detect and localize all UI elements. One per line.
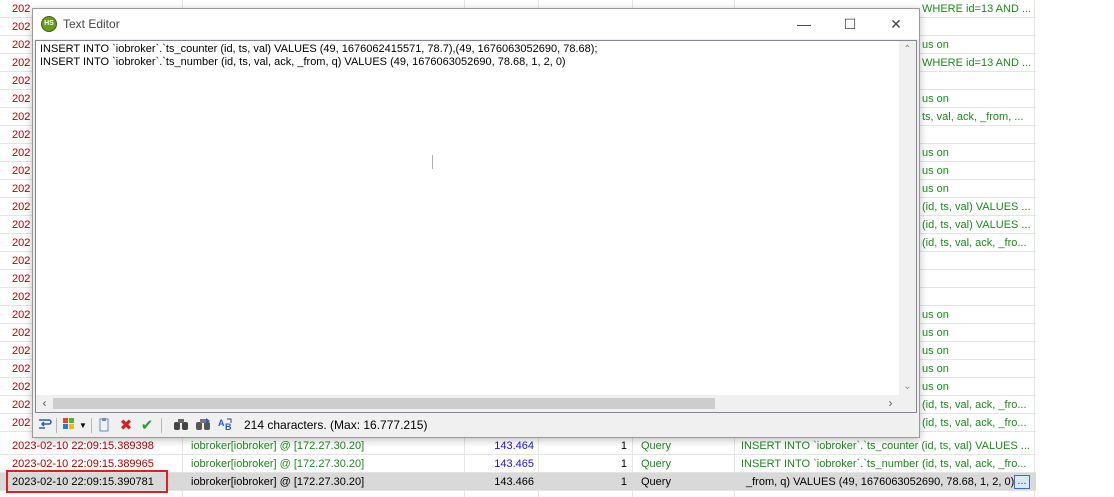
info-cell: us on [922, 183, 949, 195]
edit-cell-button[interactable]: ... [1014, 475, 1030, 489]
info-cell: us on [922, 381, 949, 393]
info-cell: us on [922, 327, 949, 339]
duration-cell: 143.466 [494, 476, 534, 488]
horizontal-scrollbar[interactable]: ‹ › [36, 395, 899, 412]
vertical-scrollbar[interactable]: ⌃ ⌄ [899, 41, 916, 395]
info-cell: (id, ts, val) VALUES ... [922, 201, 1031, 213]
command-cell: Query [641, 476, 671, 488]
info-cell [916, 270, 1034, 288]
windows-flag-icon[interactable] [60, 417, 78, 434]
info-cell: (id, ts, val, ack, _fro... [922, 237, 1027, 249]
count-cell: 1 [620, 476, 627, 488]
heidisql-app-icon: HS [41, 16, 57, 32]
count-cell: 1 [620, 440, 627, 452]
svg-text:B: B [225, 422, 232, 431]
maximize-button[interactable]: ☐ [827, 9, 873, 39]
scroll-right-icon[interactable]: › [882, 395, 899, 412]
wrap-icon[interactable] [36, 417, 54, 434]
count-cell: 1 [620, 458, 627, 470]
scroll-down-icon[interactable]: ⌄ [899, 378, 916, 395]
horizontal-scroll-thumb[interactable] [53, 398, 715, 409]
info-cell: WHERE id=13 AND ... [922, 3, 1032, 15]
toolbar-separator [56, 418, 57, 433]
info-cell [916, 252, 1034, 270]
info-cell: INSERT INTO `iobroker`.`ts_counter (id, … [741, 440, 1030, 452]
svg-text:A: A [218, 418, 225, 428]
focused-cell-highlight [6, 470, 168, 493]
minimize-button[interactable]: — [781, 9, 827, 39]
info-cell: INSERT INTO `iobroker`.`ts_number (id, t… [741, 458, 1027, 470]
character-count-label: 214 characters. (Max: 16.777.215) [244, 418, 428, 432]
window-title: Text Editor [63, 17, 120, 31]
info-cell [916, 126, 1034, 144]
editor-content[interactable]: INSERT INTO `iobroker`.`ts_counter (id, … [40, 43, 896, 69]
text-edit-area[interactable]: INSERT INTO `iobroker`.`ts_counter (id, … [35, 40, 917, 413]
toolbar-separator [91, 418, 92, 433]
user-cell: iobroker[iobroker] @ [172.27.30.20] [191, 476, 365, 488]
command-cell: Query [641, 440, 671, 452]
info-cell: us on [922, 39, 949, 51]
duration-cell: 143.465 [494, 458, 534, 470]
command-cell: Query [641, 458, 671, 470]
clipboard-icon[interactable] [95, 417, 113, 434]
info-cell: ts, val, ack, _from, ... [922, 111, 1024, 123]
toolbar-separator [161, 418, 162, 433]
timestamp-cell: 2023-02-10 22:09:15.389398 [12, 440, 154, 452]
info-cell: us on [922, 309, 949, 321]
info-cell[interactable]: _from, q) VALUES (49, 1676063052690, 78.… [736, 473, 1014, 491]
info-cell: (id, ts, val, ack, _fro... [922, 417, 1027, 429]
info-cell: us on [922, 345, 949, 357]
duration-cell: 143.464 [494, 440, 534, 452]
editor-toolbar: ▼ ✖ ✔ AB 214 characters. (Max: 16.777.21… [33, 414, 919, 437]
cancel-icon[interactable]: ✖ [117, 417, 135, 434]
dropdown-arrow-icon[interactable]: ▼ [78, 417, 88, 434]
text-editor-window: HS Text Editor — ☐ ✕ INSERT INTO `iobrok… [32, 8, 920, 438]
text-cursor-icon [432, 155, 433, 169]
table-row[interactable]: 2023-02-10 22:09:15.389398 iobroker[iobr… [0, 437, 1036, 455]
info-cell [916, 288, 1034, 306]
scroll-up-icon[interactable]: ⌃ [899, 41, 916, 58]
info-cell: us on [922, 93, 949, 105]
title-bar[interactable]: HS Text Editor — ☐ ✕ [33, 9, 919, 39]
binoculars-find-next-icon[interactable] [194, 417, 212, 434]
info-cell [916, 18, 1034, 36]
user-cell: iobroker[iobroker] @ [172.27.30.20] [191, 458, 365, 470]
info-cell: (id, ts, val) VALUES ... [922, 219, 1031, 231]
editor-line: INSERT INTO `iobroker`.`ts_number (id, t… [40, 56, 566, 68]
info-cell: us on [922, 165, 949, 177]
binoculars-find-icon[interactable] [172, 417, 190, 434]
info-cell [916, 72, 1034, 90]
apply-icon[interactable]: ✔ [138, 417, 156, 434]
info-cell: us on [922, 147, 949, 159]
user-cell: iobroker[iobroker] @ [172.27.30.20] [191, 440, 365, 452]
info-cell: (id, ts, val, ack, _fro... [922, 399, 1027, 411]
info-cell: us on [922, 363, 949, 375]
scroll-left-icon[interactable]: ‹ [36, 395, 53, 412]
info-cell: WHERE id=13 AND ... [922, 57, 1032, 69]
scrollbar-corner [899, 395, 916, 412]
editor-line: INSERT INTO `iobroker`.`ts_counter (id, … [40, 43, 598, 55]
replace-icon[interactable]: AB [217, 417, 235, 434]
close-button[interactable]: ✕ [873, 9, 919, 39]
